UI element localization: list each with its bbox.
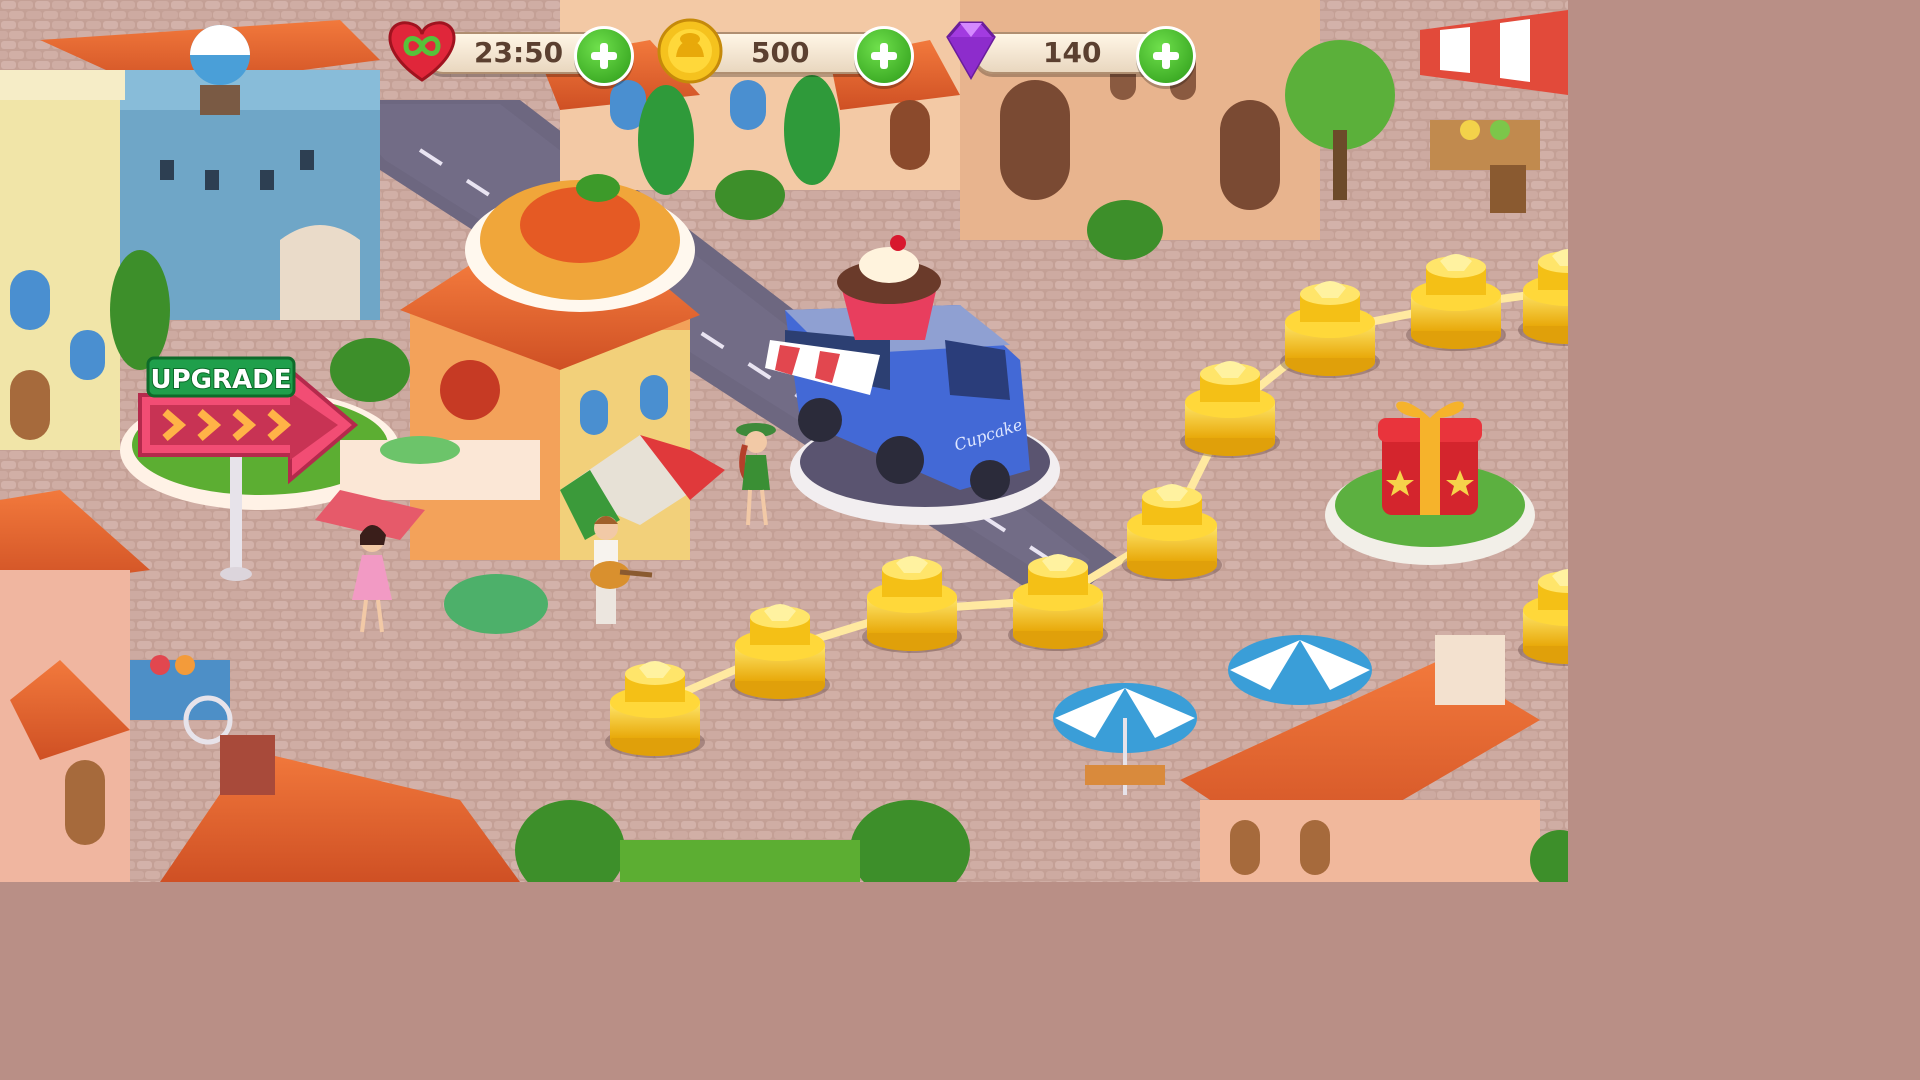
heart-infinity-icon xyxy=(388,21,456,82)
coin-icon xyxy=(657,18,723,84)
upgrade-label[interactable]: UPGRADE xyxy=(150,364,293,396)
game-map: UPGRADE Cupcake xyxy=(0,0,1568,882)
gems-amount: 140 xyxy=(1043,36,1102,69)
gems-counter: 140 xyxy=(938,21,1198,86)
add-lives-button[interactable] xyxy=(574,26,634,86)
lives-timer: 23:50 xyxy=(474,36,564,69)
coins-amount: 500 xyxy=(751,36,810,69)
coins-counter: 500 xyxy=(656,18,916,86)
gem-icon xyxy=(946,21,996,81)
add-gems-button[interactable] xyxy=(1136,26,1196,86)
lives-counter: 23:50 xyxy=(384,21,634,86)
add-coins-button[interactable] xyxy=(854,26,914,86)
